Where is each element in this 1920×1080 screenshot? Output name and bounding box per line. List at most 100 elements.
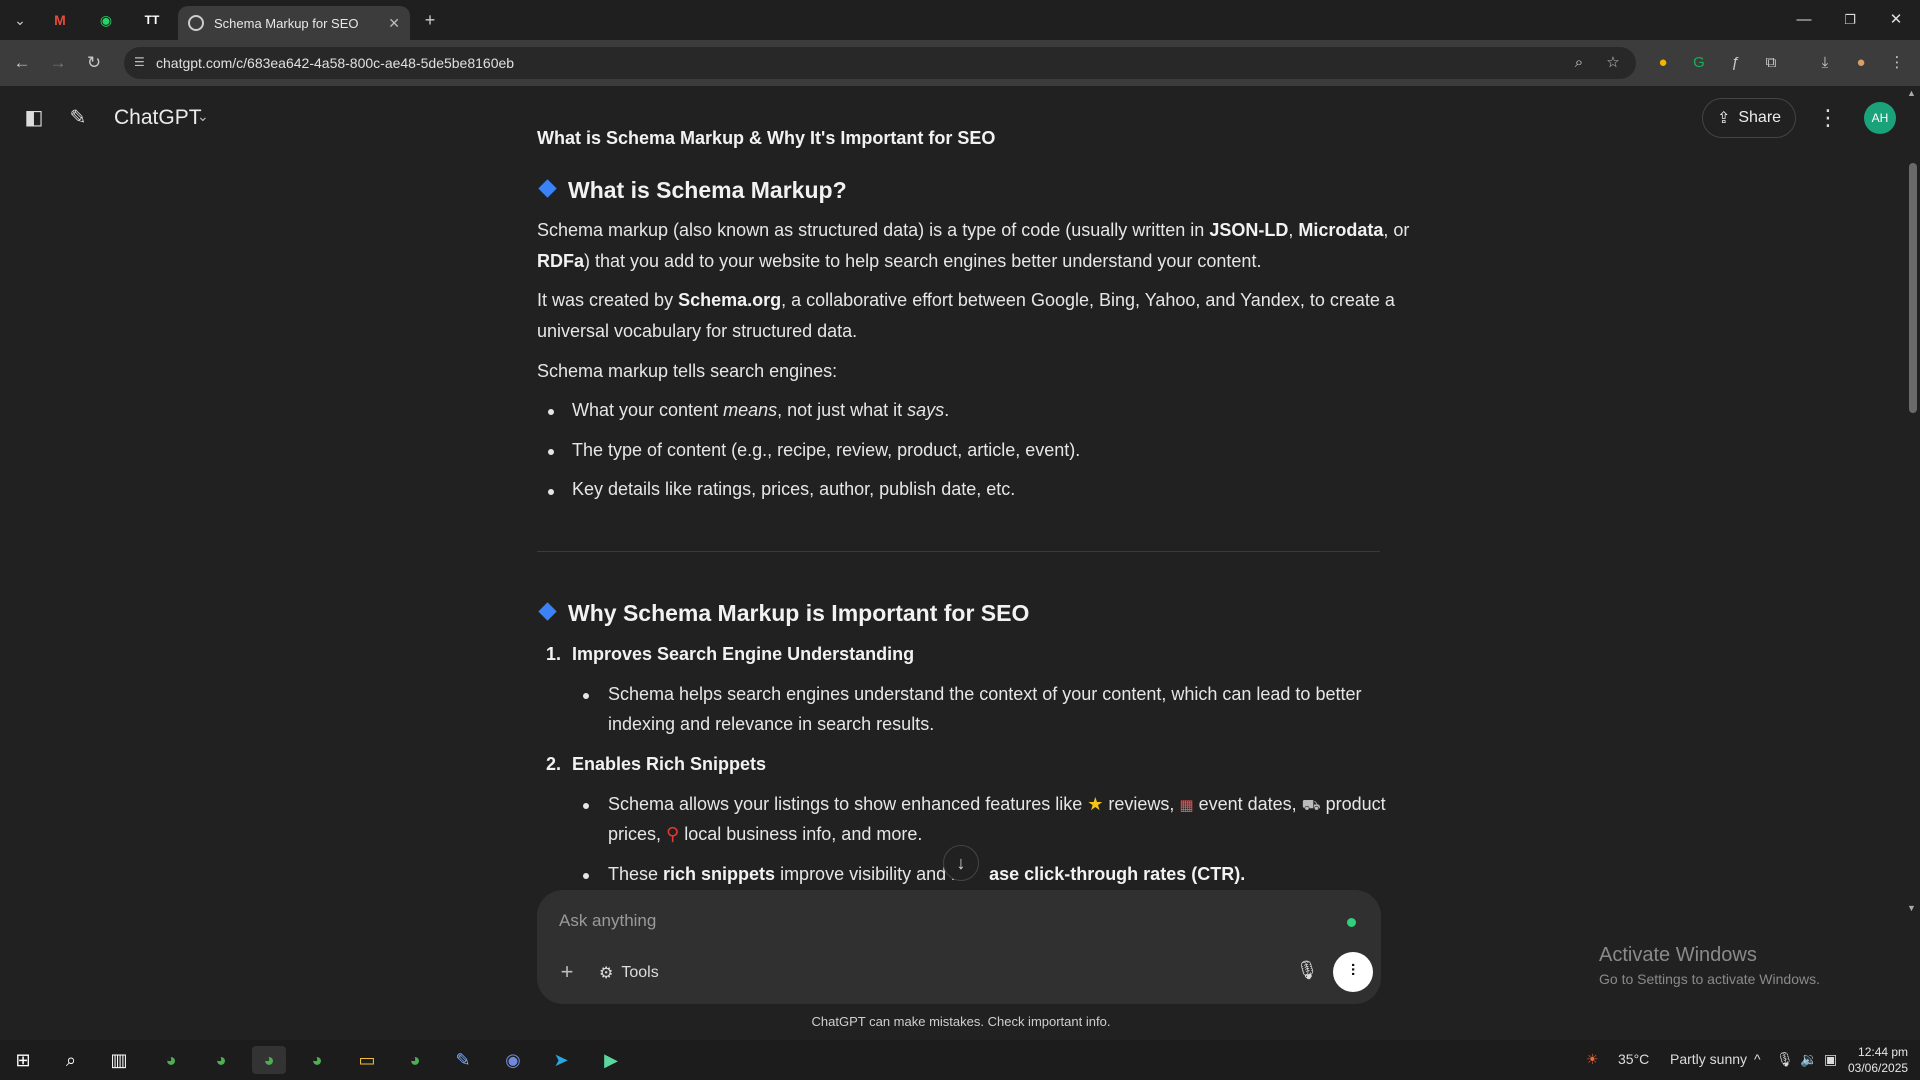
windows-start-icon[interactable]: ⊞ [6, 1046, 40, 1074]
profile-icon[interactable]: ● [1850, 52, 1872, 74]
scroll-to-bottom-button[interactable]: ↓ [943, 845, 979, 881]
new-chat-icon[interactable]: ✎ [64, 104, 92, 132]
chrome-icon[interactable]: ◕ [154, 1046, 188, 1074]
section-divider [537, 551, 1380, 552]
activate-windows-watermark: Activate Windows Go to Settings to activ… [1599, 944, 1820, 987]
attach-plus-button[interactable]: + [555, 960, 579, 984]
avatar[interactable]: AH [1864, 102, 1896, 134]
prompt-input[interactable] [559, 908, 1319, 934]
active-tab-title: Schema Markup for SEO [214, 15, 359, 31]
extension-1-icon[interactable]: ● [1652, 52, 1674, 74]
microphone-tray-icon[interactable]: 🎙 [1776, 1051, 1794, 1068]
scroll-down-icon[interactable]: ▼ [1907, 903, 1916, 913]
bullet-dot [583, 693, 589, 699]
chevron-down-icon[interactable]: ⌄ [197, 108, 209, 125]
tray-chevron-up-icon[interactable]: ^ [1754, 1051, 1761, 1067]
weather-icon[interactable]: ☀ [1586, 1051, 1599, 1068]
list-item: The type of content (e.g., recipe, revie… [572, 440, 1081, 460]
file-explorer-icon[interactable]: ▭ [350, 1046, 384, 1074]
tab-search-chevron-icon[interactable]: ⌄ [6, 8, 34, 32]
list-item: Schema helps search engines understand t… [608, 684, 1362, 704]
star-icon: ★ [1087, 794, 1104, 814]
whatsapp-tab-icon[interactable]: ◉ [92, 8, 120, 32]
search-icon[interactable]: ⌕ [54, 1046, 88, 1074]
list-item: Key details like ratings, prices, author… [572, 479, 1016, 499]
chrome-icon[interactable]: ◕ [300, 1046, 334, 1074]
window-close-icon[interactable]: ✕ [1876, 8, 1916, 32]
chatgpt-favicon-icon [188, 15, 204, 31]
weather-temp[interactable]: 35°C [1618, 1051, 1649, 1067]
calendar-icon: ▦ [1179, 797, 1194, 814]
list-item: indexing and relevance in search results… [608, 714, 935, 734]
page-scrollbar[interactable]: ▲ ▼ [1905, 88, 1920, 918]
browser-menu-icon[interactable]: ⋮ [1886, 52, 1908, 74]
bookmark-star-icon[interactable]: ☆ [1602, 52, 1624, 74]
waveform-icon: ⫶ [1350, 963, 1355, 980]
reload-icon[interactable]: ↻ [82, 51, 106, 75]
list-number: 2. [546, 754, 562, 774]
paragraph-2-line-2: universal vocabulary for structured data… [537, 321, 858, 341]
blue-diamond-icon [538, 179, 557, 198]
more-options-icon[interactable]: ⋮ [1816, 102, 1840, 134]
restore-icon[interactable]: ❐ [1830, 8, 1870, 32]
sliders-icon: ⚙ [599, 965, 614, 982]
system-clock[interactable]: 12:44 pm 03/06/2025 [1848, 1044, 1908, 1076]
chrome-icon[interactable]: ◕ [204, 1046, 238, 1074]
scroll-up-icon[interactable]: ▲ [1907, 88, 1916, 98]
tiktok-tab-icon[interactable]: TT [138, 8, 166, 32]
discord-icon[interactable]: ◉ [496, 1046, 530, 1074]
arrow-down-icon: ↓ [956, 853, 966, 873]
zoom-icon[interactable]: ⌕ [1568, 52, 1590, 74]
tab-close-icon[interactable]: ✕ [388, 15, 400, 32]
voice-mode-button[interactable]: ⫶ [1333, 952, 1373, 992]
paragraph-1-line-1: Schema markup (also known as structured … [537, 220, 1410, 240]
composer: + ⚙ Tools 🎙 ⫶ [537, 890, 1381, 1004]
sidebar-toggle-icon[interactable]: ◧ [20, 104, 48, 132]
url-text[interactable]: chatgpt.com/c/683ea642-4a58-800c-ae48-5d… [156, 55, 514, 71]
site-info-icon[interactable]: ☰ [134, 55, 150, 71]
forward-icon[interactable]: → [46, 51, 70, 75]
list-item: What your content means, not just what i… [572, 400, 950, 420]
browser-toolbar: ← → ↻ ☰ chatgpt.com/c/683ea642-4a58-800c… [0, 40, 1920, 86]
disclaimer: ChatGPT can make mistakes. Check importa… [811, 1014, 1111, 1029]
telegram-icon[interactable]: ➤ [544, 1046, 578, 1074]
active-tab[interactable]: Schema Markup for SEO ✕ [178, 6, 410, 40]
microphone-icon[interactable]: 🎙 [1295, 960, 1319, 986]
model-selector[interactable]: ChatGPT [114, 106, 202, 130]
tools-button[interactable]: ⚙ Tools [599, 960, 659, 986]
bullet-dot [583, 803, 589, 809]
paragraph-2-line-1: It was created by Schema.org, a collabor… [537, 290, 1395, 310]
share-icon: ⇪ [1716, 110, 1731, 127]
windows-taskbar: ⊞ ⌕ ▥ ◕ ◕ ◕ ◕ ▭ ◕ ✎ ◉ ➤ ▶ ☀ 35°C Partly … [0, 1040, 1920, 1080]
section-heading-what-is: What is Schema Markup? [537, 177, 847, 204]
grammarly-icon[interactable]: G [1688, 52, 1710, 74]
shopping-cart-icon: ⛟ [1301, 797, 1321, 814]
scroll-thumb[interactable] [1909, 163, 1917, 413]
bullet-dot [583, 873, 589, 879]
weather-text[interactable]: Partly sunny [1670, 1051, 1747, 1067]
terminal-app-icon[interactable]: ▶ [594, 1046, 628, 1074]
extension-fx-icon[interactable]: ƒ [1724, 52, 1746, 74]
paragraph-3: Schema markup tells search engines: [537, 361, 838, 381]
status-dot-icon [1347, 918, 1356, 927]
share-button[interactable]: ⇪ Share [1702, 98, 1796, 138]
page-title: What is Schema Markup & Why It's Importa… [537, 128, 996, 148]
minimize-icon[interactable]: — [1784, 8, 1824, 32]
list-item: prices, ⚲ local business info, and more. [608, 824, 923, 844]
downloads-icon[interactable]: ⤓ [1814, 52, 1836, 74]
task-view-icon[interactable]: ▥ [102, 1046, 136, 1074]
network-icon[interactable]: ▣ [1824, 1051, 1837, 1068]
new-tab-button[interactable]: + [416, 8, 444, 32]
address-bar[interactable]: ☰ chatgpt.com/c/683ea642-4a58-800c-ae48-… [124, 47, 1636, 79]
volume-icon[interactable]: 🔉 [1800, 1051, 1817, 1068]
extensions-puzzle-icon[interactable]: ⧉ [1760, 52, 1782, 74]
chrome-icon[interactable]: ◕ [398, 1046, 432, 1074]
blue-diamond-icon [538, 602, 557, 621]
back-icon[interactable]: ← [10, 51, 34, 75]
chrome-icon[interactable]: ◕ [252, 1046, 286, 1074]
bullet-dot [548, 449, 554, 455]
list-item-title: Enables Rich Snippets [572, 754, 767, 774]
gmail-tab-icon[interactable]: M [46, 8, 74, 32]
notes-app-icon[interactable]: ✎ [446, 1046, 480, 1074]
list-item-title: Improves Search Engine Understanding [572, 644, 915, 664]
